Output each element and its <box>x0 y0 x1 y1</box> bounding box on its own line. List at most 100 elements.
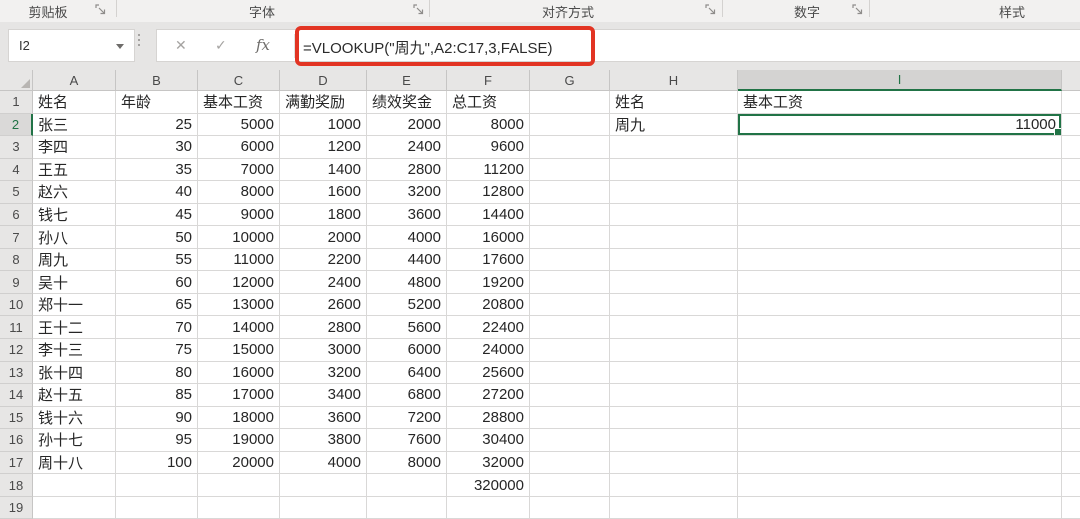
cell-F7[interactable]: 16000 <box>447 226 530 249</box>
cell-E16[interactable]: 7600 <box>367 429 447 452</box>
cell-A7[interactable]: 孙八 <box>33 226 116 249</box>
row-header-6[interactable]: 6 <box>0 203 33 227</box>
cell-B8[interactable]: 55 <box>116 248 198 272</box>
cell-B1[interactable]: 年龄 <box>116 91 198 114</box>
cell-I18[interactable] <box>738 474 1062 497</box>
cell-D8[interactable]: 2200 <box>280 248 367 272</box>
cell-I15[interactable] <box>738 406 1062 430</box>
cell-G8[interactable] <box>530 248 610 272</box>
cell-H14[interactable] <box>610 384 738 407</box>
cell-I10[interactable] <box>738 293 1062 317</box>
cell-E19[interactable] <box>367 496 447 519</box>
cell-H5[interactable] <box>610 181 738 204</box>
row-header-18[interactable]: 18 <box>0 474 33 497</box>
cancel-icon[interactable]: ✕ <box>175 37 187 54</box>
cell-D15[interactable]: 3600 <box>280 406 367 430</box>
cell-C18[interactable] <box>198 474 280 497</box>
cell-E2[interactable]: 2000 <box>367 113 447 137</box>
name-box-dropdown-icon[interactable] <box>116 44 124 49</box>
cell-A13[interactable]: 张十四 <box>33 361 116 385</box>
cell-I2[interactable]: 11000 <box>738 113 1062 137</box>
cell-E17[interactable]: 8000 <box>367 451 447 475</box>
cell-B11[interactable]: 70 <box>116 316 198 340</box>
cell-I6[interactable] <box>738 203 1062 227</box>
cell-G13[interactable] <box>530 361 610 385</box>
cell-A5[interactable]: 赵六 <box>33 181 116 204</box>
cell-I13[interactable] <box>738 361 1062 385</box>
cell-I11[interactable] <box>738 316 1062 340</box>
formula-bar[interactable]: ✕ ✓ fx =VLOOKUP("周九",A2:C17,3,FALSE) <box>156 29 1080 62</box>
cell-A9[interactable]: 吴十 <box>33 271 116 294</box>
cell-F16[interactable]: 30400 <box>447 429 530 452</box>
cell-H1[interactable]: 姓名 <box>610 91 738 114</box>
cell-D11[interactable]: 2800 <box>280 316 367 340</box>
column-header-E[interactable]: E <box>367 70 447 91</box>
cell-B17[interactable]: 100 <box>116 451 198 475</box>
number-dialog-launcher-icon[interactable] <box>852 3 864 15</box>
cell-D12[interactable]: 3000 <box>280 339 367 362</box>
column-header-A[interactable]: A <box>33 70 116 91</box>
cell-I3[interactable] <box>738 136 1062 159</box>
cell-C8[interactable]: 11000 <box>198 248 280 272</box>
cell-F11[interactable]: 22400 <box>447 316 530 340</box>
cell-B12[interactable]: 75 <box>116 339 198 362</box>
cell-C2[interactable]: 5000 <box>198 113 280 137</box>
cell-E5[interactable]: 3200 <box>367 181 447 204</box>
cell-E12[interactable]: 6000 <box>367 339 447 362</box>
cell-G6[interactable] <box>530 203 610 227</box>
insert-function-icon[interactable]: fx <box>256 36 270 54</box>
cell-D5[interactable]: 1600 <box>280 181 367 204</box>
cell-E7[interactable]: 4000 <box>367 226 447 249</box>
cell-E15[interactable]: 7200 <box>367 406 447 430</box>
cell-D14[interactable]: 3400 <box>280 384 367 407</box>
cell-A2[interactable]: 张三 <box>33 113 116 137</box>
cell-D1[interactable]: 满勤奖励 <box>280 91 367 114</box>
cell-A11[interactable]: 王十二 <box>33 316 116 340</box>
cell-B5[interactable]: 40 <box>116 181 198 204</box>
cell-G2[interactable] <box>530 113 610 137</box>
cell-B19[interactable] <box>116 496 198 519</box>
column-header-C[interactable]: C <box>198 70 280 91</box>
cell-H19[interactable] <box>610 496 738 519</box>
cell-D4[interactable]: 1400 <box>280 158 367 182</box>
cell-H16[interactable] <box>610 429 738 452</box>
cell-H4[interactable] <box>610 158 738 182</box>
cell-F6[interactable]: 14400 <box>447 203 530 227</box>
cell-I9[interactable] <box>738 271 1062 294</box>
row-header-7[interactable]: 7 <box>0 226 33 249</box>
formula-input[interactable]: =VLOOKUP("周九",A2:C17,3,FALSE) <box>303 37 553 58</box>
cell-B4[interactable]: 35 <box>116 158 198 182</box>
row-header-16[interactable]: 16 <box>0 429 33 452</box>
cell-A6[interactable]: 钱七 <box>33 203 116 227</box>
cell-I1[interactable]: 基本工资 <box>738 91 1062 114</box>
cell-E6[interactable]: 3600 <box>367 203 447 227</box>
cell-E1[interactable]: 绩效奖金 <box>367 91 447 114</box>
cell-H10[interactable] <box>610 293 738 317</box>
row-header-4[interactable]: 4 <box>0 158 33 182</box>
column-header-D[interactable]: D <box>280 70 367 91</box>
cell-C9[interactable]: 12000 <box>198 271 280 294</box>
cell-C6[interactable]: 9000 <box>198 203 280 227</box>
cell-D19[interactable] <box>280 496 367 519</box>
cell-F9[interactable]: 19200 <box>447 271 530 294</box>
cell-C10[interactable]: 13000 <box>198 293 280 317</box>
cell-C19[interactable] <box>198 496 280 519</box>
row-header-17[interactable]: 17 <box>0 451 33 475</box>
cell-G11[interactable] <box>530 316 610 340</box>
cell-A14[interactable]: 赵十五 <box>33 384 116 407</box>
cell-B15[interactable]: 90 <box>116 406 198 430</box>
cell-A10[interactable]: 郑十一 <box>33 293 116 317</box>
cell-C3[interactable]: 6000 <box>198 136 280 159</box>
alignment-dialog-launcher-icon[interactable] <box>705 3 717 15</box>
cell-H18[interactable] <box>610 474 738 497</box>
row-header-8[interactable]: 8 <box>0 248 33 272</box>
cell-H3[interactable] <box>610 136 738 159</box>
cell-B13[interactable]: 80 <box>116 361 198 385</box>
cell-D18[interactable] <box>280 474 367 497</box>
row-header-11[interactable]: 11 <box>0 316 33 340</box>
cell-H11[interactable] <box>610 316 738 340</box>
cell-C5[interactable]: 8000 <box>198 181 280 204</box>
cell-F5[interactable]: 12800 <box>447 181 530 204</box>
cell-F4[interactable]: 11200 <box>447 158 530 182</box>
fill-handle[interactable] <box>1054 128 1061 136</box>
